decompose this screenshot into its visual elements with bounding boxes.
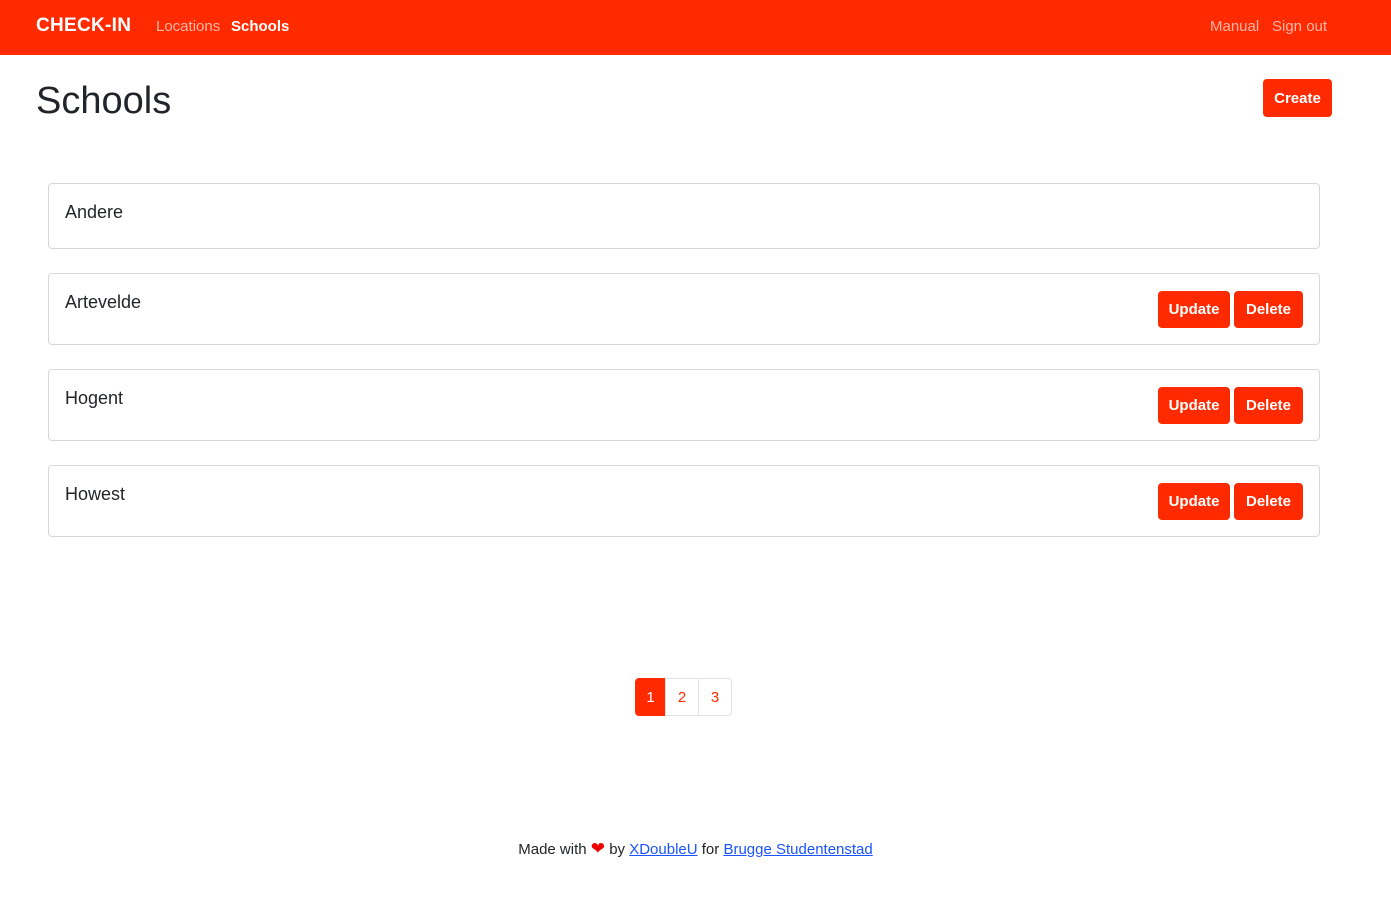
- footer-made-with: Made with: [518, 841, 587, 858]
- nav-link-locations[interactable]: Locations: [156, 18, 220, 35]
- school-card-howest: Howest Update Delete: [48, 465, 1320, 537]
- page-2-button[interactable]: 2: [665, 678, 699, 716]
- nav-link-schools[interactable]: Schools: [231, 18, 289, 35]
- page-1-button[interactable]: 1: [635, 678, 666, 716]
- footer-by: by: [609, 841, 626, 858]
- nav-link-sign-out[interactable]: Sign out: [1272, 18, 1327, 35]
- nav-link-manual[interactable]: Manual: [1210, 18, 1259, 35]
- card-actions: Update Delete: [1158, 291, 1303, 328]
- heart-icon: ❤: [590, 839, 606, 858]
- page-3-button[interactable]: 3: [698, 678, 732, 716]
- school-name: Howest: [65, 484, 126, 504]
- footer-for: for: [701, 841, 720, 858]
- card-actions: Update Delete: [1158, 483, 1303, 520]
- update-button[interactable]: Update: [1158, 483, 1230, 520]
- school-card-artevelde: Artevelde Update Delete: [48, 273, 1320, 345]
- school-name: Hogent: [65, 388, 124, 408]
- school-name: Artevelde: [65, 292, 142, 312]
- top-navbar: CHECK-IN Locations Schools Manual Sign o…: [0, 0, 1391, 55]
- page-title: Schools: [36, 80, 172, 122]
- create-button[interactable]: Create: [1263, 79, 1332, 117]
- client-link[interactable]: Brugge Studentenstad: [723, 841, 872, 858]
- school-card-hogent: Hogent Update Delete: [48, 369, 1320, 441]
- author-link[interactable]: XDoubleU: [629, 841, 697, 858]
- delete-button[interactable]: Delete: [1234, 483, 1303, 520]
- pagination: 1 2 3: [635, 678, 732, 716]
- delete-button[interactable]: Delete: [1234, 387, 1303, 424]
- update-button[interactable]: Update: [1158, 387, 1230, 424]
- brand-logo[interactable]: CHECK-IN: [36, 15, 131, 37]
- footer: Made with ❤ by XDoubleU for Brugge Stude…: [0, 839, 1391, 859]
- card-actions: Update Delete: [1158, 387, 1303, 424]
- school-name: Andere: [65, 202, 124, 222]
- school-card-andere: Andere: [48, 183, 1320, 249]
- delete-button[interactable]: Delete: [1234, 291, 1303, 328]
- update-button[interactable]: Update: [1158, 291, 1230, 328]
